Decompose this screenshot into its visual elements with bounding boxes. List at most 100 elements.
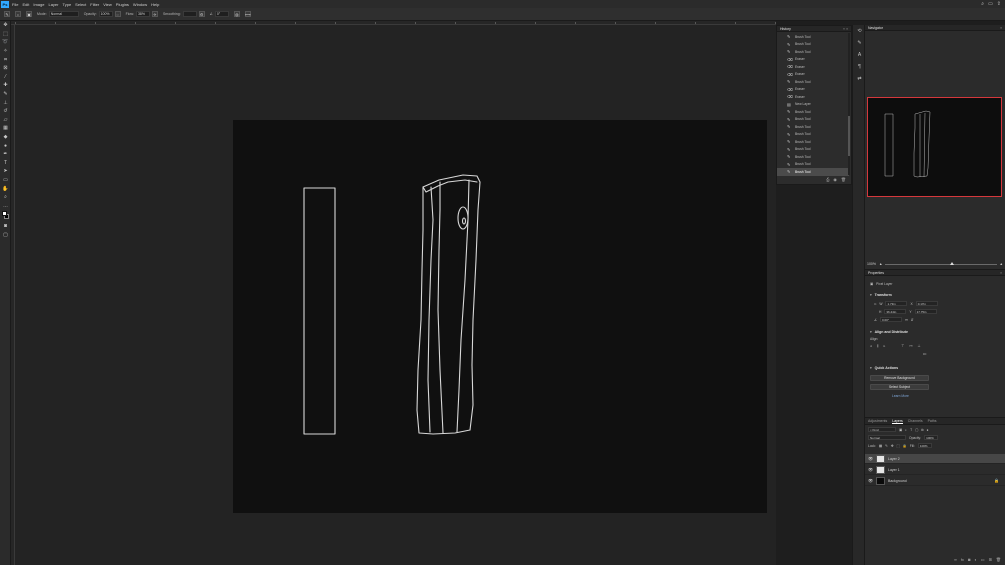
align-right-icon[interactable]: ⫸ <box>883 344 885 348</box>
menu-file[interactable]: File <box>12 2 18 7</box>
navigator-menu-icon[interactable]: ≡ <box>1000 26 1002 30</box>
smoothing-field[interactable] <box>182 11 197 17</box>
properties-menu-icon[interactable]: ≡ <box>1000 271 1002 275</box>
width-field[interactable]: 1.73in <box>885 301 908 306</box>
learn-more-link[interactable]: Learn More <box>892 394 909 398</box>
lock-position-icon[interactable]: ✥ <box>891 444 894 448</box>
menu-help[interactable]: Help <box>151 2 159 7</box>
menu-image[interactable]: Image <box>33 2 44 7</box>
adjustment-layer-icon[interactable]: ◐ <box>974 557 976 562</box>
blur-tool-icon[interactable]: ◆ <box>0 133 11 142</box>
pressure-size-icon[interactable]: ◍ <box>233 11 240 17</box>
filter-pixel-icon[interactable]: ▣ <box>899 428 902 432</box>
history-item[interactable]: ✎ Brush Tool <box>777 153 849 161</box>
history-scroll-thumb[interactable] <box>848 116 850 156</box>
filter-shape-icon[interactable]: ▢ <box>915 428 918 432</box>
more-tools-icon[interactable]: … <box>0 201 11 210</box>
layer-opacity-field[interactable]: 100% <box>924 435 939 440</box>
gradient-tool-icon[interactable]: ▦ <box>0 124 11 133</box>
shape-tool-icon[interactable]: ▭ <box>0 176 11 185</box>
new-group-icon[interactable]: ▭ <box>981 557 985 562</box>
photoshop-logo[interactable]: Ps <box>1 0 9 8</box>
mode-select[interactable]: Normal <box>48 11 79 17</box>
symmetry-icon[interactable]: ⟷ <box>244 11 251 17</box>
layer-row-layer-2[interactable]: 👁 Layer 2 <box>865 454 1005 464</box>
layer-row-background[interactable]: 👁 Background 🔒 <box>865 476 1005 486</box>
brush-settings-icon[interactable]: ▣ <box>26 11 32 17</box>
menu-edit[interactable]: Edit <box>22 2 29 7</box>
frame-tool-icon[interactable]: ⊠ <box>0 64 11 73</box>
tab-paths[interactable]: Paths <box>928 419 937 423</box>
x-field[interactable]: 0.17in <box>915 301 938 306</box>
zoom-in-icon[interactable]: ▲ <box>1000 262 1003 266</box>
tab-layers[interactable]: Layers <box>892 419 903 424</box>
history-item[interactable]: ✎ Brush Tool <box>777 108 849 116</box>
quick-actions-section[interactable]: ▾ Quick Actions <box>870 366 898 370</box>
history-item[interactable]: ✎ Brush Tool <box>777 123 849 131</box>
crop-tool-icon[interactable]: ⌗ <box>0 55 11 64</box>
delete-state-icon[interactable]: 🗑 <box>841 177 846 182</box>
select-subject-button[interactable]: Select Subject <box>870 384 929 390</box>
history-item[interactable]: ✎ Brush Tool <box>777 138 849 146</box>
history-item[interactable]: ⌫ Eraser <box>777 56 849 64</box>
history-item[interactable]: ✎ Brush Tool <box>777 78 849 86</box>
zoom-value[interactable]: 100% <box>867 262 876 266</box>
marquee-tool-icon[interactable]: ⬚ <box>0 30 11 39</box>
history-item[interactable]: ⌫ Eraser <box>777 86 849 94</box>
eyedropper-tool-icon[interactable]: ⁄ <box>0 73 11 82</box>
menu-select[interactable]: Select <box>75 2 86 7</box>
smoothing-gear-icon[interactable]: ⚙ <box>198 11 205 17</box>
align-bottom-icon[interactable]: ⊥ <box>917 344 920 348</box>
tab-channels[interactable]: Channels <box>908 419 923 423</box>
zoom-out-icon[interactable]: ▲ <box>879 262 882 266</box>
history-brush-tool-icon[interactable]: ↺ <box>0 107 11 116</box>
snapshot-icon[interactable]: ◉ <box>833 177 837 182</box>
flip-vertical-icon[interactable]: ⇵ <box>911 318 914 322</box>
zoom-slider[interactable] <box>885 261 997 265</box>
chevron-down-icon[interactable]: ▾ <box>870 330 872 334</box>
color-swatches[interactable] <box>0 210 10 222</box>
angle-field[interactable]: 0.00° <box>879 317 902 322</box>
pen-tool-icon[interactable]: ✒ <box>0 150 11 159</box>
flip-horizontal-icon[interactable]: ⇹ <box>905 318 908 322</box>
brush-size-icon[interactable]: • <box>15 11 21 17</box>
share-icon[interactable]: ⇪ <box>997 1 1001 7</box>
zoom-tool-icon[interactable]: ⌕ <box>0 193 11 202</box>
history-item[interactable]: ✎ Brush Tool <box>777 48 849 56</box>
menu-window[interactable]: Window <box>133 2 147 7</box>
angle-field[interactable]: 0° <box>214 11 229 17</box>
history-item[interactable]: ⌫ Eraser <box>777 93 849 101</box>
lock-transparent-icon[interactable]: ▦ <box>879 444 882 448</box>
fill-field[interactable]: 100% <box>917 443 932 448</box>
quick-select-tool-icon[interactable]: ✧ <box>0 47 11 56</box>
filter-type-icon[interactable]: T <box>910 428 912 432</box>
height-field[interactable]: 36.44in <box>884 309 907 314</box>
chevron-down-icon[interactable]: ▾ <box>870 366 872 370</box>
dodge-tool-icon[interactable]: ● <box>0 141 11 150</box>
filter-adjust-icon[interactable]: ◐ <box>905 428 907 432</box>
lock-pixels-icon[interactable]: ✎ <box>885 444 888 448</box>
lasso-tool-icon[interactable]: ➰ <box>0 38 11 47</box>
history-item[interactable]: ✎ Brush Tool <box>777 33 849 41</box>
menu-view[interactable]: View <box>103 2 112 7</box>
document-canvas[interactable] <box>233 120 767 513</box>
visibility-eye-icon[interactable]: 👁 <box>868 478 873 483</box>
eraser-tool-icon[interactable]: ▱ <box>0 116 11 125</box>
history-item[interactable]: ▤ New Layer <box>777 101 849 109</box>
history-item[interactable]: ✎ Brush Tool <box>777 116 849 124</box>
layer-kind-filter[interactable]: ⌕ Kind <box>868 427 896 432</box>
blend-mode-select[interactable]: Normal <box>868 435 906 440</box>
healing-tool-icon[interactable]: ✚ <box>0 81 11 90</box>
path-select-tool-icon[interactable]: ➤ <box>0 167 11 176</box>
hand-tool-icon[interactable]: ✋ <box>0 184 11 193</box>
history-item[interactable]: ✎ Brush Tool <box>777 146 849 154</box>
link-layers-icon[interactable]: ∞ <box>954 557 957 562</box>
opacity-field[interactable]: 100% <box>98 11 113 17</box>
layer-style-icon[interactable]: fx <box>961 557 964 562</box>
new-document-from-state-icon[interactable]: ⎙ <box>826 177 829 182</box>
lock-all-icon[interactable]: 🔒 <box>903 444 907 448</box>
type-tool-icon[interactable]: T <box>0 159 11 168</box>
history-item[interactable]: ✎ Brush Tool <box>777 41 849 49</box>
pressure-opacity-icon[interactable]: ◌ <box>114 11 121 17</box>
history-item[interactable]: ⌫ Eraser <box>777 71 849 79</box>
